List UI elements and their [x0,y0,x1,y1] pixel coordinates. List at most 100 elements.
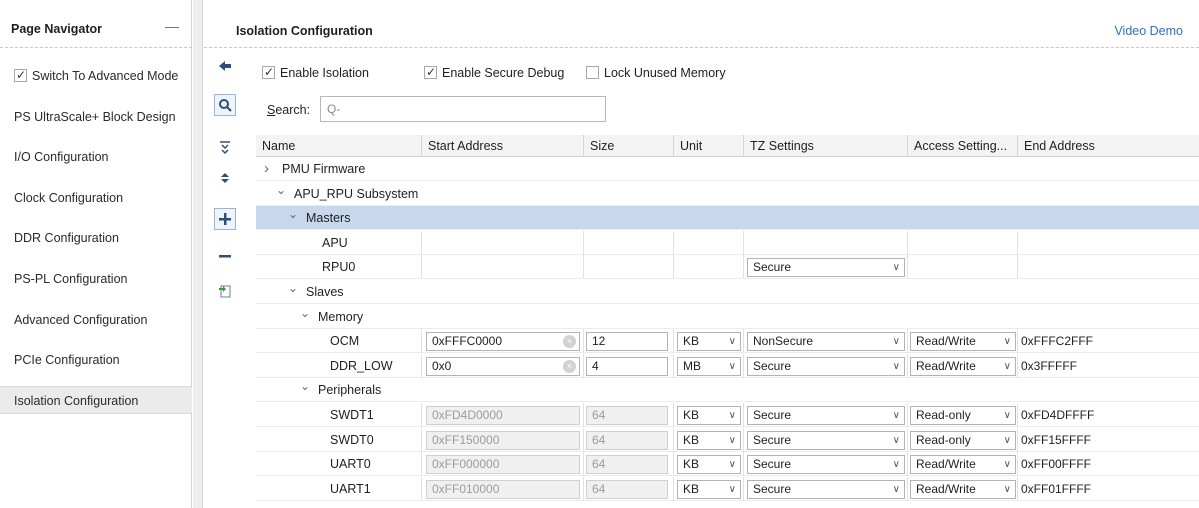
chevron-down-icon[interactable]: ⌄ [288,202,298,226]
search-icon[interactable] [214,94,236,116]
tz-settings-select[interactable]: Secure ∨ [747,430,905,450]
collapse-all-icon[interactable] [214,138,236,160]
tz-settings-value: Secure [753,408,792,422]
end-address-value: 0xFD4DFFFF [1021,408,1095,422]
table-row[interactable]: SWDT1 0xFD4D0000 64 KB ∨ Secure ∨ Read-only ∨ 0xF… [256,403,1199,427]
table-row[interactable]: UART0 0xFF000000 64 KB ∨ Secure ∨ Read/Write ∨ 0x… [256,452,1199,477]
switch-advanced-mode-checkbox[interactable]: ✓ Switch To Advanced Mode [0,62,192,90]
enable-secure-debug-checkbox[interactable]: ✓ Enable Secure Debug [424,65,564,80]
row-name: UART0 [330,457,371,472]
checkbox-icon[interactable]: ✓ [14,68,27,82]
table-row[interactable]: RPU0 Secure ∨ [256,255,1199,280]
size-input[interactable]: 4 [586,356,668,376]
switch-advanced-mode-label: Switch To Advanced Mode [32,69,179,83]
table-row[interactable]: APU [256,230,1199,255]
column-header-access-settings[interactable]: Access Setting... [908,135,1018,157]
tz-settings-select[interactable]: Secure ∨ [747,479,905,499]
nav-item-io-configuration[interactable]: I/O Configuration [0,143,192,171]
access-settings-select[interactable]: Read/Write ∨ [910,479,1016,499]
back-arrow-icon[interactable] [214,56,236,78]
unit-select[interactable]: KB ∨ [677,332,741,352]
clear-icon[interactable]: × [563,335,576,349]
start-address-input: 0xFF000000 [426,455,580,475]
table-row[interactable]: ⌄ Slaves [256,280,1199,304]
unit-select[interactable]: KB ∨ [677,455,741,475]
clear-icon[interactable]: × [563,359,576,373]
unit-select[interactable]: KB ∨ [677,479,741,499]
data-cell: 0x3FFFFF [1018,354,1199,378]
chevron-down-icon[interactable]: ⌄ [276,178,286,202]
access-settings-select[interactable]: Read/Write ∨ [910,332,1016,352]
expand-all-icon[interactable] [214,168,236,190]
checkbox-icon[interactable]: ✓ [424,65,437,79]
chevron-down-icon[interactable]: ⌄ [300,301,310,325]
table-row[interactable]: ⌄ Masters [256,206,1199,231]
column-header-end-address[interactable]: End Address [1018,135,1199,157]
checkbox-icon[interactable] [586,66,599,79]
tz-settings-select[interactable]: NonSecure ∨ [747,332,905,352]
chevron-down-icon[interactable]: ⌄ [288,276,298,300]
tz-settings-select[interactable]: Secure ∨ [747,406,905,425]
table-row[interactable]: OCM 0xFFFC0000 × 12 KB ∨ NonSecure ∨ Read/Write ∨… [256,329,1199,354]
nav-item-ps-block-design[interactable]: PS UltraScale+ Block Design [0,103,192,131]
nav-item-ddr-configuration[interactable]: DDR Configuration [0,224,192,252]
data-cell: 0xFD4DFFFF [1018,403,1199,427]
remove-icon[interactable] [214,246,236,268]
column-header-tz-settings[interactable]: TZ Settings [744,135,908,157]
end-address-value: 0xFFFC2FFF [1021,334,1093,349]
access-settings-select[interactable]: Read/Write ∨ [910,356,1016,376]
data-cell: 0xFFFC0000 × [422,329,584,354]
nav-item-advanced-configuration[interactable]: Advanced Configuration [0,306,192,334]
column-header-start-address[interactable]: Start Address [422,135,584,157]
access-settings-select[interactable]: Read-only ∨ [910,406,1016,425]
minus-icon[interactable]: — [165,18,179,34]
row-name: SWDT0 [330,432,374,447]
checkbox-icon[interactable]: ✓ [262,65,275,79]
nav-item-clock-configuration[interactable]: Clock Configuration [0,184,192,212]
unit-select[interactable]: MB ∨ [677,356,741,376]
video-demo-link[interactable]: Video Demo [1114,24,1183,38]
chevron-down-icon: ∨ [892,262,900,274]
table-row[interactable]: › PMU Firmware [256,157,1199,181]
tz-settings-value: Secure [753,260,792,275]
start-address-input[interactable]: 0x0 × [426,356,580,376]
table-row[interactable]: DDR_LOW 0x0 × 4 MB ∨ Secure ∨ Read/Write ∨ 0x3FFFF… [256,353,1199,378]
unit-select[interactable]: KB ∨ [677,406,741,425]
access-settings-select[interactable]: Read/Write ∨ [910,455,1016,475]
column-header-unit[interactable]: Unit [674,135,744,157]
chevron-down-icon[interactable]: ⌄ [300,374,310,398]
access-settings-select[interactable]: Read-only ∨ [910,430,1016,450]
table-row[interactable]: ⌄ APU_RPU Subsystem [256,182,1199,206]
column-header-size[interactable]: Size [584,135,674,157]
unit-select[interactable]: KB ∨ [677,430,741,450]
tz-settings-select[interactable]: Secure ∨ [747,356,905,376]
add-icon[interactable] [214,208,236,230]
access-settings-value: Read-only [916,408,971,422]
start-address-input[interactable]: 0xFFFC0000 × [426,332,580,352]
start-address-value: 0x0 [432,358,452,373]
table-row[interactable]: UART1 0xFF010000 64 KB ∨ Secure ∨ Read/Write ∨ 0x… [256,476,1199,501]
tz-settings-select[interactable]: Secure ∨ [747,258,905,278]
nav-item-isolation-configuration[interactable]: Isolation Configuration [0,386,192,414]
search-input[interactable]: Q- [320,96,606,122]
nav-item-label: DDR Configuration [14,231,119,245]
pane-splitter[interactable] [193,0,203,508]
chevron-right-icon[interactable]: › [264,157,269,181]
name-cell: ⌄ APU_RPU Subsystem [256,182,422,206]
nav-item-pcie-configuration[interactable]: PCIe Configuration [0,346,192,374]
lock-unused-memory-checkbox[interactable]: Lock Unused Memory [586,66,726,80]
column-header-name[interactable]: Name [256,135,422,157]
nav-item-ps-pl-configuration[interactable]: PS-PL Configuration [0,265,192,293]
size-input[interactable]: 12 [586,332,668,352]
tz-settings-select[interactable]: Secure ∨ [747,455,905,475]
chevron-down-icon: ∨ [728,336,736,348]
table-row[interactable]: ⌄ Memory [256,305,1199,329]
data-cell: Read/Write ∨ [908,329,1018,354]
start-address-value: 0xFF000000 [432,457,500,472]
enable-isolation-checkbox[interactable]: ✓ Enable Isolation [262,65,369,80]
navigator-header: Page Navigator — [0,0,192,48]
table-row[interactable]: SWDT0 0xFF150000 64 KB ∨ Secure ∨ Read-only ∨ 0xF… [256,427,1199,452]
export-icon[interactable] [214,280,236,302]
table-row[interactable]: ⌄ Peripherals [256,378,1199,403]
data-cell: NonSecure ∨ [744,329,908,354]
